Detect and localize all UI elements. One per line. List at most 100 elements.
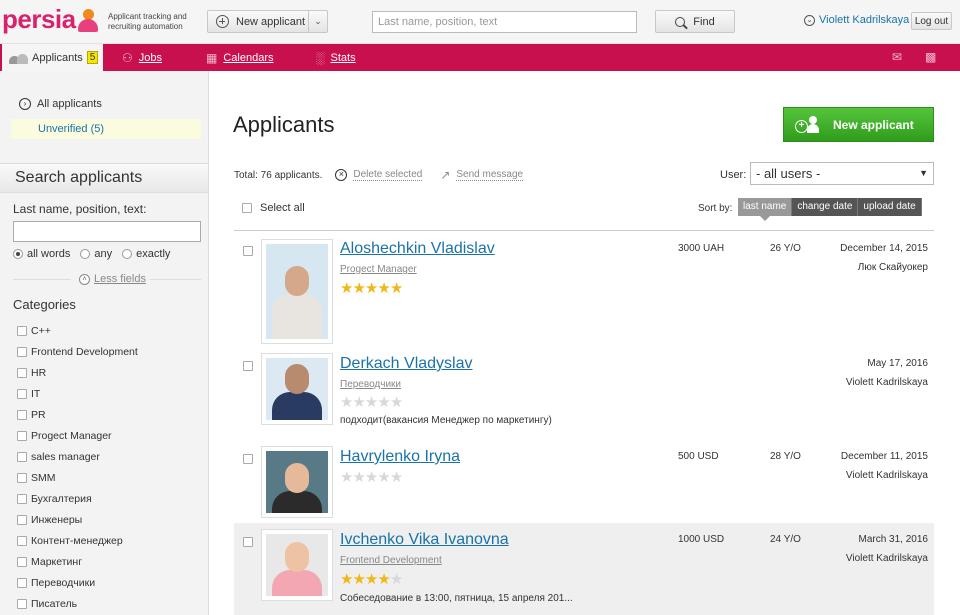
star-icon[interactable]: ★	[352, 280, 365, 297]
star-icon[interactable]: ★	[365, 394, 378, 411]
user-filter-select[interactable]: - all users - ▼	[750, 162, 934, 185]
radio-exactly[interactable]: exactly	[122, 248, 170, 260]
category-checkbox[interactable]	[17, 409, 27, 420]
applicant-row[interactable]: Aloshechkin Vladislav Progect Manager ★★★★…	[234, 232, 934, 347]
category-checkbox[interactable]	[17, 514, 27, 525]
star-icon[interactable]: ★	[377, 469, 390, 486]
category-checkbox[interactable]	[17, 493, 27, 504]
applicant-name-link[interactable]: Derkach Vladyslav	[340, 355, 473, 373]
applicant-position-link[interactable]: Переводчики	[340, 379, 401, 390]
category-item[interactable]: Frontend Development	[17, 341, 138, 362]
category-checkbox[interactable]	[17, 598, 27, 609]
applicant-photo[interactable]	[261, 529, 333, 601]
category-checkbox[interactable]	[17, 346, 27, 357]
rating-stars[interactable]: ★★★★★	[340, 571, 403, 588]
rating-stars[interactable]: ★★★★★	[340, 469, 403, 486]
star-icon[interactable]: ★	[365, 571, 378, 588]
rating-stars[interactable]: ★★★★★	[340, 280, 403, 297]
logout-button[interactable]: Log out	[911, 12, 952, 30]
applicant-checkbox[interactable]	[243, 246, 253, 256]
category-item[interactable]: sales manager	[17, 446, 138, 467]
chat-icon[interactable]: ▩	[925, 50, 936, 64]
category-item[interactable]: Контент-менеджер	[17, 530, 138, 551]
category-item[interactable]: SMM	[17, 467, 138, 488]
chevron-down-icon[interactable]: ⌄	[308, 11, 327, 32]
mail-icon[interactable]: ✉	[892, 50, 902, 64]
category-checkbox[interactable]	[17, 367, 27, 378]
category-item[interactable]: IT	[17, 383, 138, 404]
rating-stars[interactable]: ★★★★★	[340, 394, 403, 411]
tab-jobs[interactable]: ⚇ Jobs	[122, 51, 162, 65]
category-item[interactable]: HR	[17, 362, 138, 383]
unverified-filter[interactable]: Unverified (5)	[11, 119, 201, 139]
star-icon[interactable]: ★	[390, 571, 403, 588]
category-item[interactable]: Переводчики	[17, 572, 138, 593]
star-icon[interactable]: ★	[352, 571, 365, 588]
select-all-checkbox[interactable]	[242, 203, 252, 213]
applicant-row[interactable]: Ivchenko Vika Ivanovna Frontend Developme…	[234, 523, 934, 615]
radio-all-words[interactable]: all words	[13, 248, 70, 260]
category-checkbox[interactable]	[17, 325, 27, 336]
star-icon[interactable]: ★	[390, 394, 403, 411]
new-applicant-top-button[interactable]: New applicant ⌄	[207, 10, 328, 33]
logo[interactable]: persia	[2, 4, 99, 35]
applicant-name-link[interactable]: Ivchenko Vika Ivanovna	[340, 531, 509, 549]
sort-upload-date-button[interactable]: upload date	[858, 198, 922, 216]
star-icon[interactable]: ★	[377, 280, 390, 297]
star-icon[interactable]: ★	[377, 571, 390, 588]
less-fields-toggle[interactable]: ˄ Less fields	[75, 273, 150, 285]
star-icon[interactable]: ★	[340, 280, 353, 297]
star-icon[interactable]: ★	[390, 280, 403, 297]
star-icon[interactable]: ★	[340, 394, 353, 411]
applicant-row[interactable]: Derkach Vladyslav Переводчики ★★★★★ подходи…	[234, 347, 934, 440]
applicant-name-link[interactable]: Aloshechkin Vladislav	[340, 240, 495, 258]
tab-stats[interactable]: ░ Stats	[316, 51, 356, 65]
applicant-checkbox[interactable]	[243, 361, 253, 371]
category-checkbox[interactable]	[17, 535, 27, 546]
user-menu[interactable]: ⌄ Violett Kadrilskaya	[804, 14, 909, 26]
sort-change-date-button[interactable]: change date	[792, 198, 859, 216]
sidebar-search-input[interactable]	[13, 221, 201, 242]
send-message-link[interactable]: Send message	[456, 169, 524, 181]
star-icon[interactable]: ★	[352, 394, 365, 411]
category-checkbox[interactable]	[17, 577, 27, 588]
applicant-name-link[interactable]: Havrylenko Iryna	[340, 448, 460, 466]
applicant-checkbox[interactable]	[243, 454, 253, 464]
star-icon[interactable]: ★	[352, 469, 365, 486]
category-item[interactable]: C++	[17, 320, 138, 341]
star-icon[interactable]: ★	[365, 469, 378, 486]
sort-last-name-button[interactable]: last name	[738, 198, 793, 221]
category-item[interactable]: Писатель	[17, 593, 138, 614]
applicant-row[interactable]: Havrylenko Iryna ★★★★★ 500 USD 28 Y/O Decemb…	[234, 440, 934, 523]
unverified-link[interactable]: Unverified (5)	[38, 123, 104, 135]
find-button[interactable]: Find	[655, 10, 735, 33]
radio-any[interactable]: any	[80, 248, 112, 260]
select-all[interactable]: Select all	[242, 202, 305, 214]
category-item[interactable]: Progect Manager	[17, 425, 138, 446]
category-checkbox[interactable]	[17, 430, 27, 441]
star-icon[interactable]: ★	[365, 280, 378, 297]
star-icon[interactable]: ★	[340, 469, 353, 486]
category-item[interactable]: Инженеры	[17, 509, 138, 530]
applicant-photo[interactable]	[261, 353, 333, 425]
category-checkbox[interactable]	[17, 556, 27, 567]
tab-applicants[interactable]: Applicants 5	[2, 44, 103, 71]
category-item[interactable]: Бухгалтерия	[17, 488, 138, 509]
delete-selected-link[interactable]: Delete selected	[353, 169, 423, 181]
applicant-position-link[interactable]: Frontend Development	[340, 555, 442, 566]
category-checkbox[interactable]	[17, 451, 27, 462]
category-item[interactable]: Маркетинг	[17, 551, 138, 572]
new-applicant-button[interactable]: + New applicant	[783, 107, 934, 142]
applicant-checkbox[interactable]	[243, 537, 253, 547]
all-applicants-label[interactable]: All applicants	[37, 98, 102, 110]
category-item[interactable]: PR	[17, 404, 138, 425]
applicant-photo[interactable]	[261, 446, 333, 518]
applicant-position-link[interactable]: Progect Manager	[340, 264, 417, 275]
star-icon[interactable]: ★	[340, 571, 353, 588]
all-applicants-link[interactable]: › All applicants	[19, 98, 102, 110]
category-checkbox[interactable]	[17, 472, 27, 483]
tab-calendars[interactable]: ▦ Calendars	[206, 51, 273, 65]
star-icon[interactable]: ★	[377, 394, 390, 411]
category-checkbox[interactable]	[17, 388, 27, 399]
applicant-photo[interactable]	[261, 239, 333, 344]
